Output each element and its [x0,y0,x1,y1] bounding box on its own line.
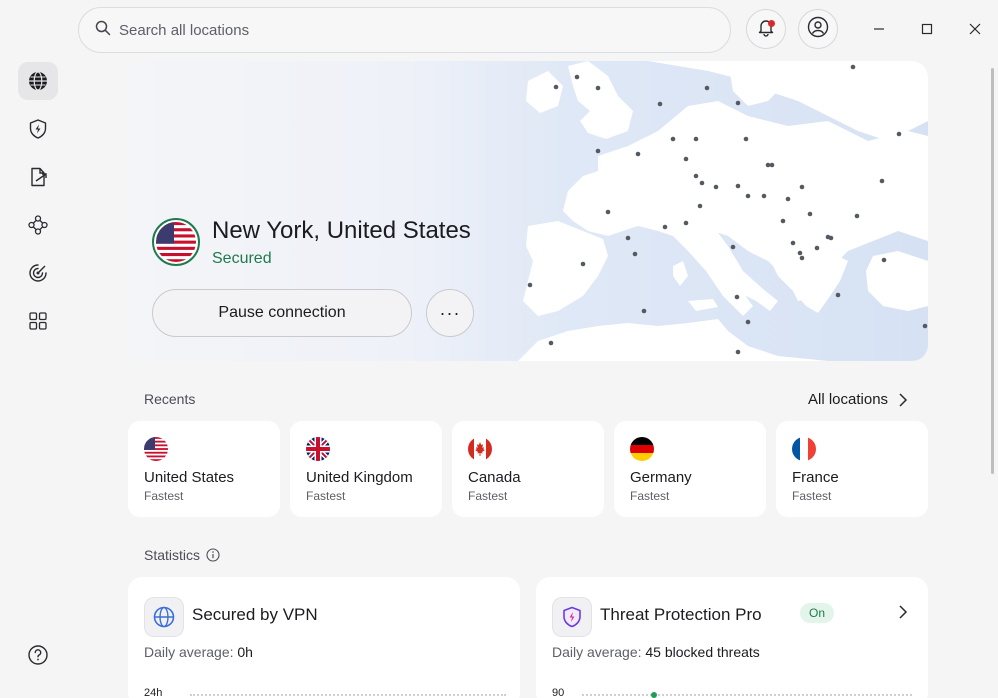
sidebar-item-apps[interactable] [18,302,58,340]
apps-grid-icon [29,312,47,330]
close-button[interactable] [960,14,990,44]
meshnet-icon [28,215,48,235]
threat-protection-status-badge: On [800,603,835,623]
vpn-chart-gridline [190,694,506,696]
recent-country: Germany [630,469,692,486]
threat-avg-value: 45 blocked threats [645,644,760,660]
split-tunnel-icon [31,167,47,187]
recent-germany[interactable]: Germany Fastest [614,421,766,517]
notifications-button[interactable] [746,9,786,49]
chevron-right-icon [899,392,908,407]
profile-button[interactable] [798,9,838,49]
germany-flag-icon [630,437,654,461]
canada-flag-icon [468,437,492,461]
all-locations-label: All locations [808,391,889,408]
notification-badge [768,20,775,27]
all-locations-link[interactable]: All locations [808,391,908,408]
help-button[interactable] [18,636,58,674]
recent-country: Canada [468,469,521,486]
sidebar-item-meshnet[interactable] [18,206,58,244]
recent-canada[interactable]: Canada Fastest [452,421,604,517]
recent-france[interactable]: France Fastest [776,421,928,517]
uk-flag-icon [306,437,330,461]
recent-united-kingdom[interactable]: United Kingdom Fastest [290,421,442,517]
recent-sub: Fastest [792,489,832,503]
statistics-header: Statistics [144,547,220,563]
more-options-button[interactable]: ··· [426,289,474,337]
france-flag-icon [792,437,816,461]
maximize-button[interactable] [912,14,942,44]
pause-connection-button[interactable]: Pause connection [152,289,412,337]
threat-axis-top-label: 90 [552,687,565,698]
user-icon [807,16,829,43]
sidebar-item-locations[interactable] [18,62,58,100]
globe-icon [29,71,47,91]
sidebar-item-split-tunneling[interactable] [18,158,58,196]
scrollbar[interactable] [991,68,994,474]
vpn-avg-value: 0h [237,644,253,660]
threat-protection-card[interactable]: Threat Protection Pro On Daily average: … [536,577,928,698]
help-icon [28,645,48,665]
chevron-right-icon[interactable] [898,605,908,619]
recent-sub: Fastest [306,489,346,503]
recent-country: United States [144,469,235,486]
vpn-daily-average: Daily average: 0h [144,644,253,660]
vpn-stats-title: Secured by VPN [192,605,318,624]
recent-sub: Fastest [630,489,670,503]
close-icon [969,23,981,35]
vpn-stats-card[interactable]: Secured by VPN Daily average: 0h 24h [128,577,520,698]
minimize-icon [874,28,884,30]
shield-bolt-icon [552,597,592,637]
vpn-axis-top-label: 24h [144,687,163,698]
recent-united-states[interactable]: United States Fastest [128,421,280,517]
vpn-avg-label: Daily average: [144,644,234,660]
sidebar-item-threat-protection[interactable] [18,110,58,148]
shield-bolt-icon [29,119,47,139]
info-icon[interactable] [206,548,220,562]
threat-chart-gridline [582,694,912,696]
search-bar[interactable] [78,7,731,53]
minimize-button[interactable] [864,14,894,44]
recent-sub: Fastest [144,489,184,503]
statistics-label: Statistics [144,547,201,563]
connection-status: Secured [212,250,272,267]
recent-country: United Kingdom [306,469,413,486]
us-flag-icon [152,218,200,266]
connected-location: New York, United States [212,217,471,244]
threat-chart-point [651,692,657,698]
more-icon: ··· [439,302,461,323]
connection-hero: New York, United States Secured Pause co… [128,61,928,361]
threat-protection-title: Threat Protection Pro [600,605,762,624]
search-input[interactable] [119,21,679,39]
sidebar-item-dark-web-monitor[interactable] [18,254,58,292]
us-flag-icon [144,437,168,461]
recent-country: France [792,469,839,486]
recents-label: Recents [144,391,196,407]
maximize-icon [921,23,933,35]
threat-avg-label: Daily average: [552,644,642,660]
recent-sub: Fastest [468,489,508,503]
threat-daily-average: Daily average: 45 blocked threats [552,644,760,660]
radar-icon [29,264,47,282]
search-icon [95,20,111,41]
vpn-globe-icon [144,597,184,637]
